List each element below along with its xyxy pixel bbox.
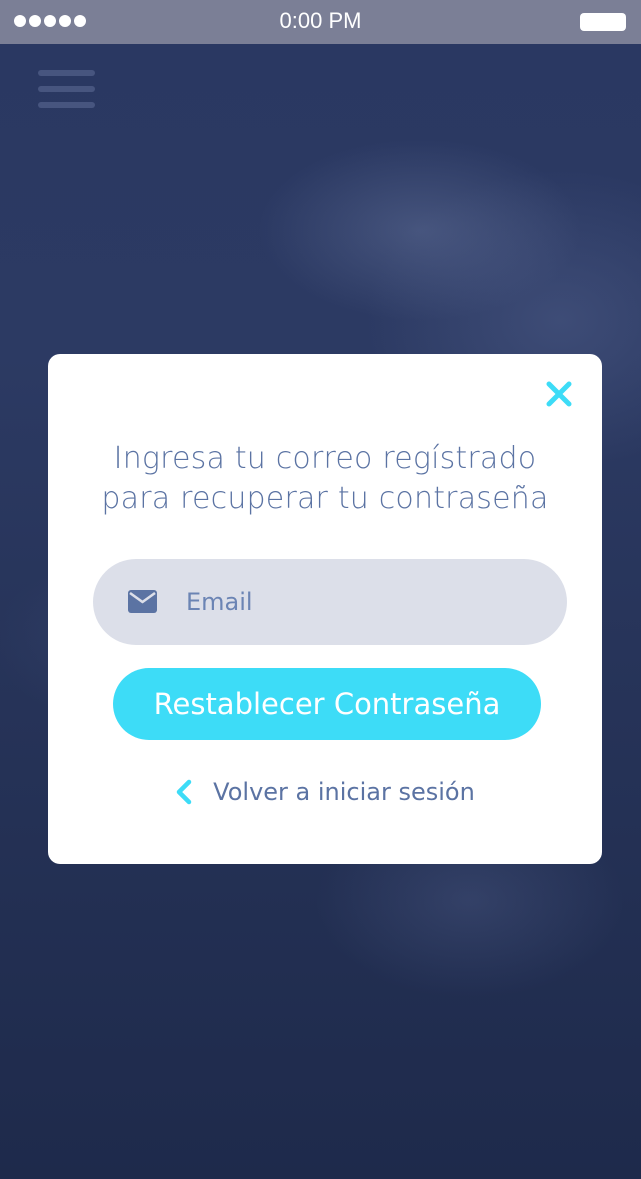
status-bar: 0:00 PM [0,0,641,44]
reset-password-button[interactable]: Restablecer Contraseña [113,668,541,740]
mail-icon [128,590,157,613]
back-to-login-label: Volver a iniciar sesión [213,778,475,806]
password-recovery-modal: Ingresa tu correo regístrado para recupe… [48,354,602,864]
modal-title-line-1: Ingresa tu correo regístrado [113,441,537,476]
modal-title: Ingresa tu correo regístrado para recupe… [48,439,602,519]
close-icon[interactable] [545,380,573,408]
hamburger-menu-icon[interactable] [38,70,95,108]
status-time: 0:00 PM [279,8,362,33]
email-field[interactable] [93,559,567,645]
chevron-left-icon [176,779,192,805]
battery-icon [580,13,626,31]
back-to-login-link[interactable]: Volver a iniciar sesión [48,772,602,812]
email-input[interactable] [186,559,546,645]
modal-title-line-2: para recuperar tu contraseña [101,481,549,516]
